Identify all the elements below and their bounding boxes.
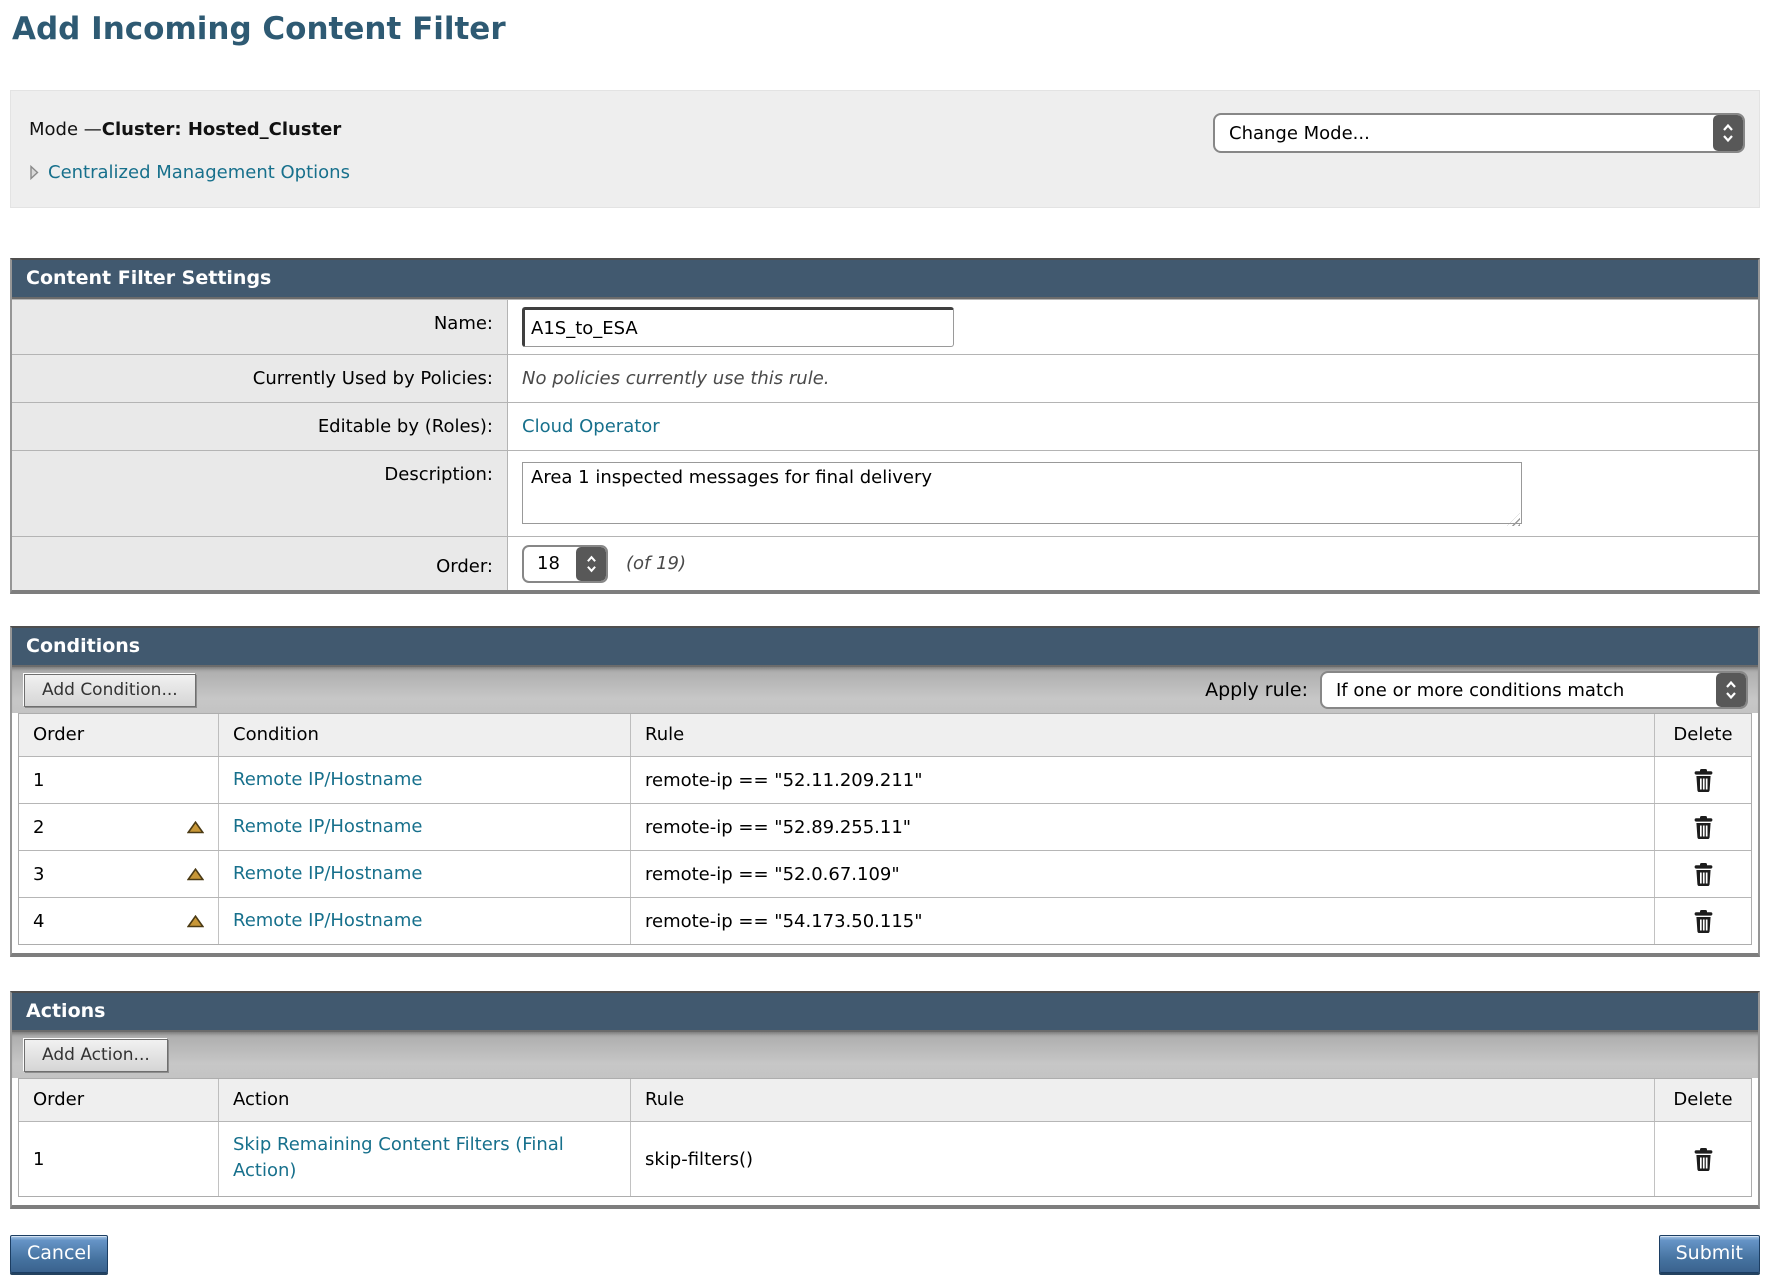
mode-label: Mode — [29,119,102,140]
content-filter-settings-header: Content Filter Settings [12,260,1758,299]
content-filter-settings-panel: Content Filter Settings Name: Currently … [10,258,1760,594]
apply-rule-group: Apply rule: If one or more conditions ma… [1205,671,1748,709]
condition-order: 1 [33,770,44,791]
action-row: 1 Skip Remaining Content Filters (Final … [19,1121,1751,1196]
conditions-toolbar: Add Condition... Apply rule: If one or m… [12,667,1758,713]
mode-cluster-value: Cluster: Hosted_Cluster [102,119,342,140]
description-label: Description: [12,451,508,536]
trash-icon [1692,909,1715,934]
name-label: Name: [12,300,508,354]
actions-panel: Actions Add Action... Order Action Rule … [10,991,1760,1209]
description-row: Description: Area 1 inspected messages f… [12,450,1758,536]
delete-condition-button[interactable] [1692,909,1715,934]
condition-order: 3 [33,864,44,885]
submit-button[interactable]: Submit [1659,1235,1760,1273]
col-condition: Condition [219,714,631,756]
condition-type-link[interactable]: Remote IP/Hostname [233,767,422,793]
action-order: 1 [33,1149,44,1170]
move-up-icon[interactable] [187,915,204,928]
apply-rule-select[interactable]: If one or more conditions match [1320,671,1748,709]
select-stepper-icon [576,547,606,581]
trash-icon [1692,768,1715,793]
trash-icon [1692,1147,1715,1172]
order-of-total: (of 19) [626,553,686,574]
order-selected-value: 18 [524,553,576,574]
delete-condition-button[interactable] [1692,815,1715,840]
centralized-management-row: Centralized Management Options [29,162,1743,183]
cancel-button[interactable]: Cancel [10,1235,108,1273]
col-order: Order [19,714,219,756]
action-type-link[interactable]: Skip Remaining Content Filters (Final Ac… [233,1132,602,1184]
condition-rule: remote-ip == "52.11.209.211" [645,770,923,791]
footer-actions: Cancel Submit [10,1235,1760,1273]
condition-rule: remote-ip == "52.89.255.11" [645,817,911,838]
add-action-button[interactable]: Add Action... [24,1039,168,1072]
condition-rule: remote-ip == "54.173.50.115" [645,911,923,932]
filter-name-input[interactable] [522,307,954,347]
centralized-management-options-link[interactable]: Centralized Management Options [48,162,350,183]
policies-label: Currently Used by Policies: [12,355,508,402]
condition-row: 4 Remote IP/Hostname remote-ip == "54.17… [19,897,1751,944]
condition-order: 4 [33,911,44,932]
conditions-header: Conditions [12,628,1758,667]
condition-row: 1 Remote IP/Hostname remote-ip == "52.11… [19,756,1751,803]
col-rule: Rule [631,714,1655,756]
change-mode-select[interactable]: Change Mode... [1213,113,1745,153]
name-row: Name: [12,299,1758,354]
actions-table-header: Order Action Rule Delete [19,1079,1751,1121]
trash-icon [1692,862,1715,887]
delete-condition-button[interactable] [1692,768,1715,793]
conditions-table-header: Order Condition Rule Delete [19,714,1751,756]
order-label: Order: [12,537,508,590]
select-stepper-icon [1713,115,1743,151]
cloud-operator-link[interactable]: Cloud Operator [522,416,660,437]
delete-action-button[interactable] [1692,1147,1715,1172]
change-mode-selected-value: Change Mode... [1215,123,1713,144]
condition-rule: remote-ip == "52.0.67.109" [645,864,900,885]
apply-rule-label: Apply rule: [1205,679,1308,701]
apply-rule-selected-value: If one or more conditions match [1322,680,1716,701]
condition-row: 2 Remote IP/Hostname remote-ip == "52.89… [19,803,1751,850]
mode-banner: Mode —Cluster: Hosted_Cluster Centralize… [10,90,1760,208]
add-condition-button[interactable]: Add Condition... [24,674,196,707]
delete-condition-button[interactable] [1692,862,1715,887]
conditions-table: Order Condition Rule Delete 1 Remote IP/… [18,713,1752,945]
col-action: Action [219,1079,631,1121]
policies-value: No policies currently use this rule. [522,368,830,389]
trash-icon [1692,815,1715,840]
col-rule: Rule [631,1079,1655,1121]
actions-header: Actions [12,993,1758,1032]
col-delete: Delete [1655,714,1751,756]
select-stepper-icon [1716,673,1746,707]
move-up-icon[interactable] [187,868,204,881]
condition-order: 2 [33,817,44,838]
col-order: Order [19,1079,219,1121]
condition-type-link[interactable]: Remote IP/Hostname [233,908,422,934]
page-title: Add Incoming Content Filter [12,10,1760,48]
condition-row: 3 Remote IP/Hostname remote-ip == "52.0.… [19,850,1751,897]
col-delete: Delete [1655,1079,1751,1121]
order-select[interactable]: 18 [522,545,608,583]
condition-type-link[interactable]: Remote IP/Hostname [233,814,422,840]
actions-toolbar: Add Action... [12,1032,1758,1078]
conditions-panel: Conditions Add Condition... Apply rule: … [10,626,1760,957]
order-row: Order: 18 (of 19) [12,536,1758,590]
action-rule: skip-filters() [645,1149,753,1170]
editable-roles-label: Editable by (Roles): [12,403,508,450]
description-textarea[interactable]: Area 1 inspected messages for final deli… [522,462,1522,524]
condition-type-link[interactable]: Remote IP/Hostname [233,861,422,887]
policies-row: Currently Used by Policies: No policies … [12,354,1758,402]
editable-roles-row: Editable by (Roles): Cloud Operator [12,402,1758,450]
move-up-icon[interactable] [187,821,204,834]
actions-table: Order Action Rule Delete 1 Skip Remainin… [18,1078,1752,1197]
disclosure-triangle-icon[interactable] [29,165,39,180]
page: Add Incoming Content Filter Mode —Cluste… [0,0,1770,1273]
